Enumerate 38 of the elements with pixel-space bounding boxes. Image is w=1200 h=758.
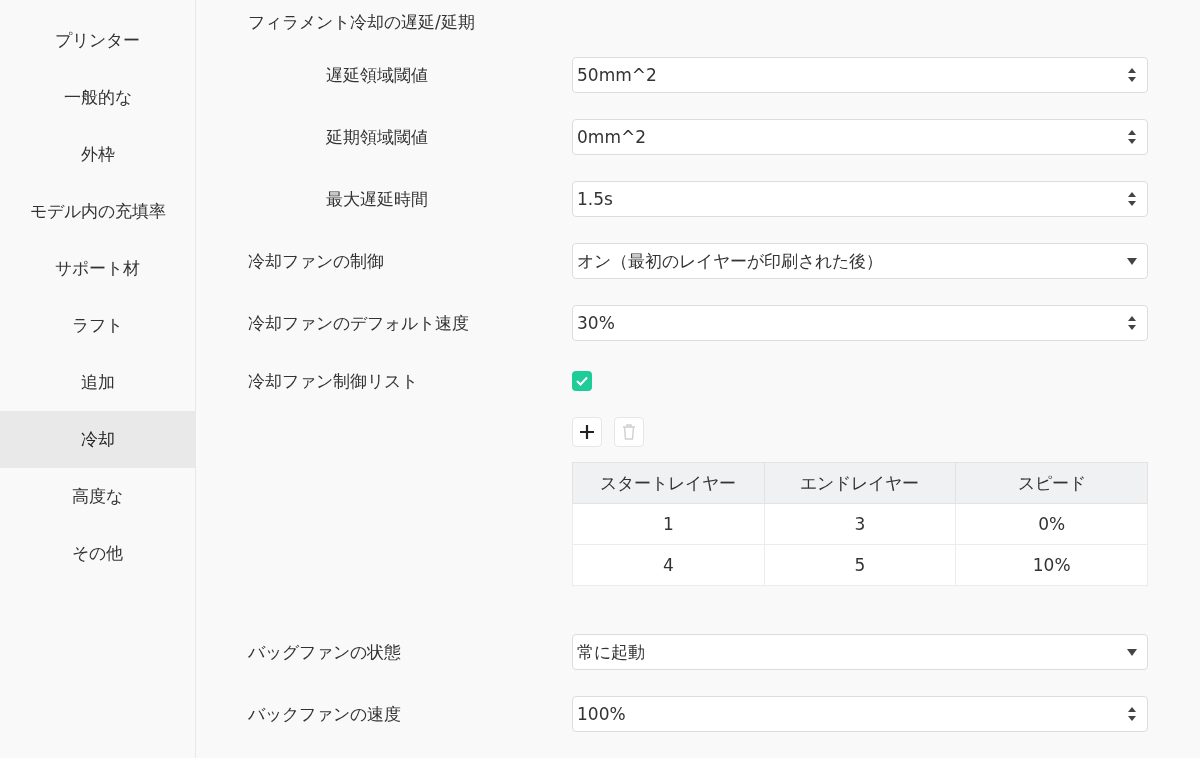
table-cell: 1 (572, 503, 765, 545)
table-cell: 4 (572, 544, 765, 586)
spin-arrows-icon[interactable] (1127, 315, 1137, 331)
add-button[interactable] (572, 417, 602, 447)
number-field[interactable]: 30% (572, 305, 1148, 341)
setting-label: バッグファンの状態 (248, 640, 402, 664)
setting-label: 冷却ファンのデフォルト速度 (248, 311, 470, 335)
setting-label: 冷却ファンの制御 (248, 249, 385, 273)
check-icon (576, 376, 588, 386)
table-cell: 5 (764, 544, 956, 586)
setting-label: 冷却ファン制御リスト (248, 369, 419, 393)
dropdown[interactable]: 常に起動 (572, 634, 1148, 670)
number-field[interactable]: 50mm^2 (572, 57, 1148, 93)
table-cell: 0% (955, 503, 1148, 545)
spin-arrows-icon[interactable] (1127, 129, 1137, 145)
spin-arrows-icon[interactable] (1127, 706, 1137, 722)
setting-label: 延期領域閾値 (325, 125, 429, 149)
caret-icon[interactable] (1127, 257, 1137, 265)
spin-arrows-icon[interactable] (1127, 191, 1137, 207)
column-header: エンドレイヤー (764, 462, 956, 504)
caret-icon[interactable] (1127, 648, 1137, 656)
section-heading: フィラメント冷却の遅延/延期 (248, 10, 476, 34)
table-cell: 3 (764, 503, 956, 545)
setting-label: 遅延領域閾値 (325, 63, 429, 87)
column-header: スピード (955, 462, 1148, 504)
sidebar-item[interactable]: 冷却 (0, 411, 195, 468)
trash-icon (622, 424, 636, 440)
number-field[interactable]: 0mm^2 (572, 119, 1148, 155)
column-header: スタートレイヤー (572, 462, 765, 504)
dropdown[interactable]: オン（最初のレイヤーが印刷された後） (572, 243, 1148, 279)
setting-label: バックファンの速度 (248, 702, 402, 726)
plus-icon (579, 424, 595, 440)
setting-label: 最大遅延時間 (325, 187, 429, 211)
table-cell: 10% (955, 544, 1148, 586)
checkbox[interactable] (572, 371, 592, 391)
number-field[interactable]: 1.5s (572, 181, 1148, 217)
spin-arrows-icon[interactable] (1127, 67, 1137, 83)
number-field[interactable]: 100% (572, 696, 1148, 732)
